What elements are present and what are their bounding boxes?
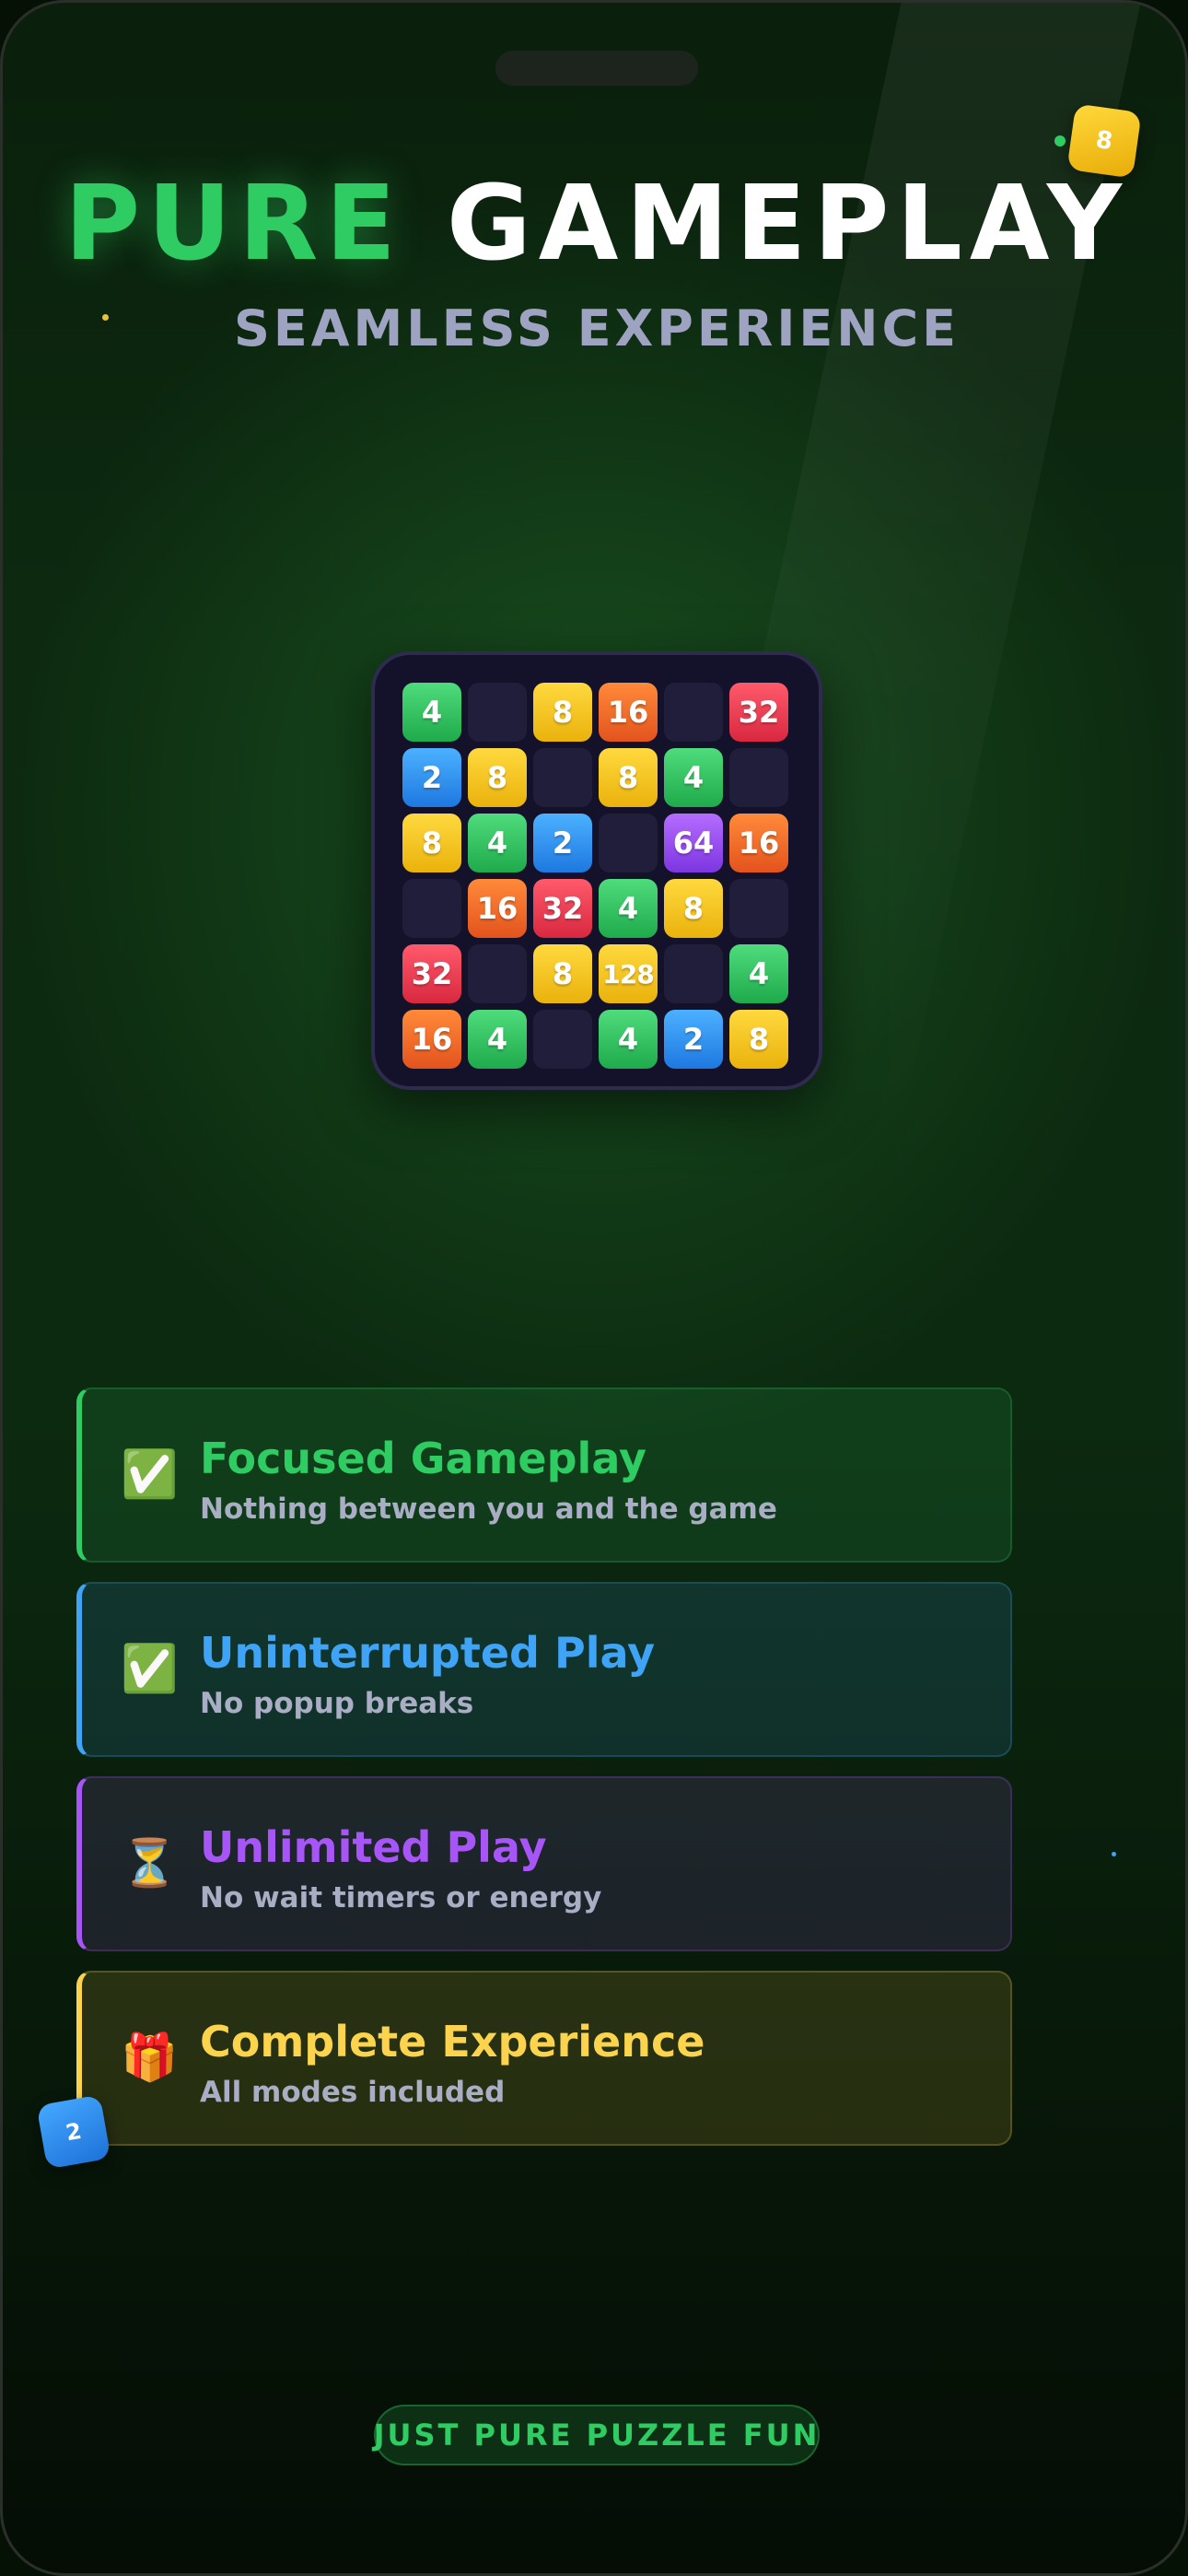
tile-32[interactable]: 32 bbox=[729, 683, 788, 742]
title-word-gameplay: GAMEPLAY bbox=[446, 164, 1129, 284]
feature-card-focused-gameplay: ✅ Focused Gameplay Nothing between you and… bbox=[76, 1388, 1012, 1563]
feature-description: Nothing between you and the game bbox=[200, 1493, 777, 1526]
tile-8[interactable]: 8 bbox=[533, 944, 592, 1003]
tile-2[interactable]: 2 bbox=[402, 748, 461, 807]
tile-2[interactable]: 2 bbox=[664, 1010, 723, 1069]
tile-8[interactable]: 8 bbox=[599, 748, 658, 807]
tile-4[interactable]: 4 bbox=[468, 814, 527, 872]
empty-cell[interactable] bbox=[468, 944, 527, 1003]
tile-8[interactable]: 8 bbox=[402, 814, 461, 872]
tile-4[interactable]: 4 bbox=[664, 748, 723, 807]
game-board: 4 8 16 32 2 8 8 4 8 4 2 64 16 16 32 4 8 32 8 128 4 16 4 4 2 8 bbox=[371, 651, 822, 1090]
phone-frame: 8 PURE GAMEPLAY SEAMLESS EXPERIENCE 4 8 16… bbox=[0, 0, 1188, 2576]
check-mark-icon: ✅ bbox=[121, 1642, 179, 1695]
empty-cell[interactable] bbox=[729, 748, 788, 807]
tile-16[interactable]: 16 bbox=[599, 683, 658, 742]
hourglass-icon: ⏳ bbox=[121, 1836, 179, 1890]
feature-description: No popup breaks bbox=[200, 1687, 474, 1720]
feature-card-uninterrupted-play: ✅ Uninterrupted Play No popup breaks bbox=[76, 1582, 1012, 1757]
empty-cell[interactable] bbox=[664, 683, 723, 742]
feature-title: Uninterrupted Play bbox=[200, 1628, 656, 1678]
page-subtitle: SEAMLESS EXPERIENCE bbox=[233, 299, 961, 357]
tile-2[interactable]: 2 bbox=[533, 814, 592, 872]
empty-cell[interactable] bbox=[533, 1010, 592, 1069]
empty-cell[interactable] bbox=[729, 879, 788, 938]
tile-64[interactable]: 64 bbox=[664, 814, 723, 872]
feature-description: All modes included bbox=[200, 2076, 506, 2109]
feature-title: Unlimited Play bbox=[200, 1822, 547, 1872]
tile-16[interactable]: 16 bbox=[729, 814, 788, 872]
tile-16[interactable]: 16 bbox=[402, 1010, 461, 1069]
title-word-pure: PURE bbox=[64, 164, 403, 284]
tile-4[interactable]: 4 bbox=[599, 1010, 658, 1069]
floating-tile-2: 2 bbox=[36, 2094, 111, 2170]
feature-description: No wait timers or energy bbox=[200, 1881, 602, 1914]
tile-32[interactable]: 32 bbox=[533, 879, 592, 938]
tile-8[interactable]: 8 bbox=[533, 683, 592, 742]
tile-4[interactable]: 4 bbox=[599, 879, 658, 938]
gift-icon: 🎁 bbox=[121, 2031, 179, 2084]
sparkle-dot bbox=[1054, 135, 1066, 146]
tile-16[interactable]: 16 bbox=[468, 879, 527, 938]
check-mark-icon: ✅ bbox=[121, 1447, 179, 1501]
tagline-pill: JUST PURE PUZZLE FUN bbox=[374, 2405, 820, 2465]
board-grid: 4 8 16 32 2 8 8 4 8 4 2 64 16 16 32 4 8 32 8 128 4 16 4 4 2 8 bbox=[402, 683, 788, 1069]
feature-title: Complete Experience bbox=[200, 2017, 705, 2067]
tile-128[interactable]: 128 bbox=[599, 944, 658, 1003]
empty-cell[interactable] bbox=[599, 814, 658, 872]
dynamic-island bbox=[495, 51, 698, 86]
feature-card-unlimited-play: ⏳ Unlimited Play No wait timers or energy bbox=[76, 1776, 1012, 1951]
sparkle-dot bbox=[1112, 1852, 1116, 1856]
feature-title: Focused Gameplay bbox=[200, 1434, 646, 1483]
tile-8[interactable]: 8 bbox=[729, 1010, 788, 1069]
empty-cell[interactable] bbox=[468, 683, 527, 742]
feature-list: ✅ Focused Gameplay Nothing between you and… bbox=[76, 1388, 1012, 2165]
tile-4[interactable]: 4 bbox=[729, 944, 788, 1003]
tile-4[interactable]: 4 bbox=[402, 683, 461, 742]
page-title: PURE GAMEPLAY bbox=[3, 164, 1185, 284]
feature-card-complete-experience: 🎁 Complete Experience All modes included bbox=[76, 1971, 1012, 2146]
tile-4[interactable]: 4 bbox=[468, 1010, 527, 1069]
tile-8[interactable]: 8 bbox=[664, 879, 723, 938]
empty-cell[interactable] bbox=[664, 944, 723, 1003]
empty-cell[interactable] bbox=[533, 748, 592, 807]
tile-8[interactable]: 8 bbox=[468, 748, 527, 807]
tile-32[interactable]: 32 bbox=[402, 944, 461, 1003]
empty-cell[interactable] bbox=[402, 879, 461, 938]
